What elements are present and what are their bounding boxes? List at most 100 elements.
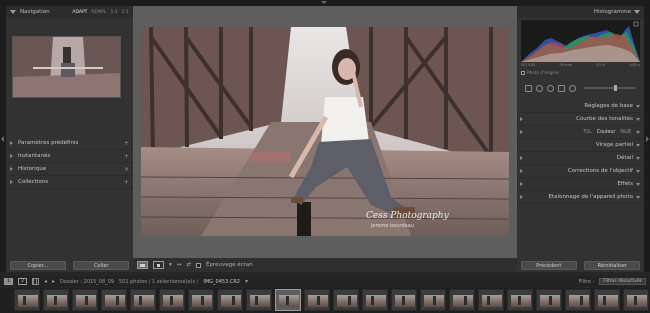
thumbnail-image	[279, 295, 299, 307]
section-collections[interactable]: Collections +	[6, 176, 133, 189]
current-filename[interactable]: IMG_0453.CR2	[203, 279, 240, 285]
radial-filter-tool-icon[interactable]	[569, 84, 576, 92]
filmstrip-thumbnail[interactable]	[594, 289, 620, 311]
right-panel-buttons: Précédent Réinitialiser	[517, 259, 644, 272]
thumbnail-subject	[348, 296, 351, 305]
filmstrip-thumbnail[interactable]	[449, 289, 475, 311]
graduated-filter-tool-icon[interactable]	[558, 84, 565, 92]
filmstrip-thumbnail[interactable]	[275, 289, 301, 311]
filmstrip-thumbnail[interactable]	[188, 289, 214, 311]
slider-knob[interactable]	[614, 85, 617, 91]
histogram[interactable]	[521, 20, 640, 62]
loupe-view-icon[interactable]	[137, 261, 148, 269]
section-effects[interactable]: Effets	[517, 178, 644, 191]
filmstrip-thumbnail[interactable]	[43, 289, 69, 311]
folder-path[interactable]: Dossier : 2015_08_09	[60, 279, 114, 285]
filmstrip-thumbnail[interactable]	[130, 289, 156, 311]
crop-tool-icon[interactable]	[525, 84, 532, 92]
solo-mode-icon[interactable]	[520, 130, 523, 134]
thumbnail-image	[18, 295, 38, 307]
main-monitor-button[interactable]: 1	[4, 278, 13, 285]
original-photo-toggle[interactable]: Photo d'origine	[521, 70, 559, 75]
back-arrow-icon[interactable]: ◂	[44, 278, 47, 285]
expand-arrow-icon	[636, 169, 640, 173]
color-tab[interactable]: Couleur	[597, 130, 616, 135]
navigator-header[interactable]: Navigation ADAPT REMPL 1:1 2:1	[6, 6, 133, 18]
thumbnail-image	[221, 295, 241, 307]
bw-tab[interactable]: N&B	[620, 130, 631, 135]
filter-select[interactable]: Filtres désactivés	[599, 278, 646, 285]
filmstrip-thumbnail[interactable]	[333, 289, 359, 311]
adjustment-brush-slider[interactable]	[584, 85, 636, 91]
solo-mode-icon[interactable]	[520, 182, 523, 186]
filmstrip-thumbnail[interactable]	[478, 289, 504, 311]
filmstrip-thumbnail[interactable]	[159, 289, 185, 311]
navigator-preview[interactable]	[12, 36, 121, 98]
filename-dropdown-icon[interactable]: ▾	[245, 278, 248, 285]
zoom-fit[interactable]: ADAPT	[72, 10, 87, 15]
zoom-2-1[interactable]: 2:1	[122, 10, 129, 15]
thumbnail-subject	[580, 296, 583, 305]
histogram-graph	[521, 21, 640, 62]
section-snapshots[interactable]: Instantanés +	[6, 150, 133, 163]
clear-icon[interactable]: ×	[124, 166, 129, 173]
previous-button[interactable]: Précédent	[520, 261, 577, 270]
solo-mode-icon[interactable]	[520, 156, 523, 160]
original-photo-checkbox[interactable]	[521, 70, 525, 75]
spot-removal-tool-icon[interactable]	[536, 84, 543, 92]
filmstrip-thumbnail[interactable]	[420, 289, 446, 311]
filmstrip-thumbnail[interactable]	[623, 289, 649, 311]
filmstrip-thumbnail[interactable]	[101, 289, 127, 311]
filmstrip-thumbnail[interactable]	[72, 289, 98, 311]
add-icon[interactable]: +	[124, 140, 129, 147]
section-lens-corrections[interactable]: Corrections de l'objectif	[517, 165, 644, 178]
filmstrip-thumbnail[interactable]	[246, 289, 272, 311]
section-label: Etalonnage de l'appareil photo	[548, 194, 633, 200]
grid-view-icon[interactable]	[32, 278, 39, 285]
filmstrip-thumbnail[interactable]	[14, 289, 40, 311]
expand-arrow-icon	[636, 130, 640, 134]
thumbnail-subject	[433, 296, 436, 305]
section-hsl[interactable]: TSL Couleur N&B	[517, 126, 644, 139]
filmstrip-thumbnail[interactable]	[565, 289, 591, 311]
before-after-dropdown-icon[interactable]: ▾	[169, 262, 172, 268]
collapse-arrow-icon	[321, 1, 327, 4]
red-eye-tool-icon[interactable]	[547, 84, 554, 92]
softproof-checkbox[interactable]	[195, 262, 201, 268]
section-history[interactable]: Historique ×	[6, 163, 133, 176]
forward-arrow-icon[interactable]: ▸	[52, 278, 55, 285]
main-photo[interactable]: Cess Photography jerome bourdeau	[141, 27, 509, 236]
reset-button[interactable]: Réinitialiser	[584, 261, 641, 270]
thumbnail-image	[337, 295, 357, 307]
section-split-toning[interactable]: Virage partiel	[517, 139, 644, 152]
solo-mode-icon[interactable]	[520, 195, 523, 199]
before-after-icon[interactable]	[153, 261, 164, 269]
add-icon[interactable]: +	[124, 153, 129, 160]
section-detail[interactable]: Détail	[517, 152, 644, 165]
copy-button[interactable]: Copier...	[9, 261, 66, 270]
filmstrip-thumbnail[interactable]	[362, 289, 388, 311]
zoom-1-1[interactable]: 1:1	[111, 10, 118, 15]
filmstrip-thumbnail[interactable]	[217, 289, 243, 311]
solo-mode-icon[interactable]	[520, 169, 523, 173]
solo-mode-icon[interactable]	[520, 117, 523, 121]
copy-settings-arrows-icon[interactable]: ⇄	[186, 262, 191, 268]
histogram-header[interactable]: Histogramme	[517, 6, 644, 18]
zoom-fill[interactable]: REMPL	[91, 10, 106, 15]
add-icon[interactable]: +	[124, 179, 129, 186]
filmstrip-thumbnail[interactable]	[391, 289, 417, 311]
section-label: Instantanés	[18, 153, 51, 159]
filmstrip-thumbnail[interactable]	[536, 289, 562, 311]
section-basic[interactable]: Réglages de base	[517, 100, 644, 113]
hsl-tab[interactable]: TSL	[583, 130, 592, 135]
swap-arrows-icon[interactable]: ↔	[177, 262, 182, 268]
thumbnail-image	[395, 295, 415, 307]
right-panel-toggle[interactable]	[644, 6, 650, 272]
section-presets[interactable]: Paramètres prédéfinis +	[6, 137, 133, 150]
second-monitor-button[interactable]: 2	[18, 278, 27, 285]
section-camera-calibration[interactable]: Etalonnage de l'appareil photo	[517, 191, 644, 204]
filmstrip-thumbnail[interactable]	[507, 289, 533, 311]
filmstrip-thumbnail[interactable]	[304, 289, 330, 311]
paste-button[interactable]: Coller	[73, 261, 130, 270]
section-tone-curve[interactable]: Courbe des tonalités	[517, 113, 644, 126]
